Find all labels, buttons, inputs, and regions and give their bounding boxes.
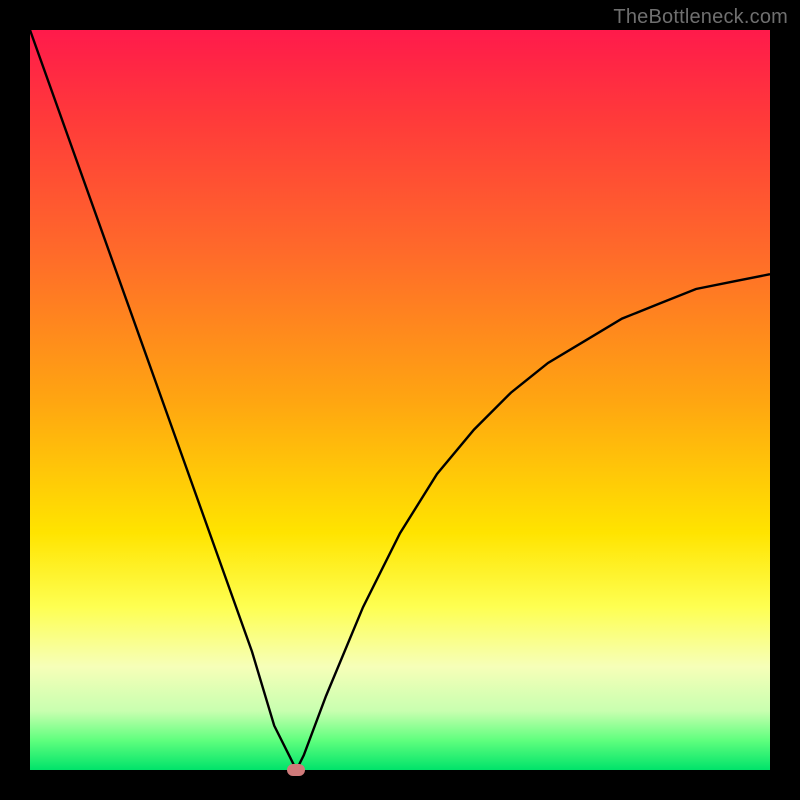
- watermark-text: TheBottleneck.com: [613, 6, 788, 29]
- plot-area: [30, 30, 770, 770]
- optimal-point-marker: [287, 764, 305, 776]
- chart-frame: TheBottleneck.com: [0, 0, 800, 800]
- bottleneck-curve: [30, 30, 770, 770]
